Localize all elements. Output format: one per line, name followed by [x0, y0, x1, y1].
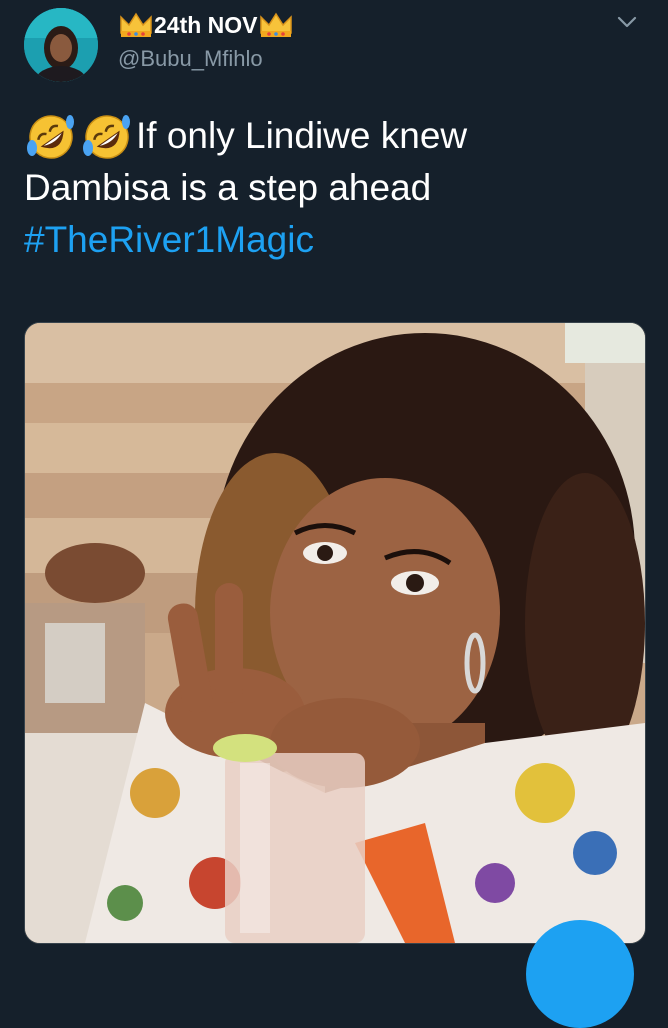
crown-icon — [118, 11, 154, 39]
display-name: 24th NOV — [154, 11, 258, 38]
rofl-emoji-icon — [80, 110, 134, 162]
tweet: 24th NOV @Bubu_Mfihlo If only Lindiwe kn… — [0, 0, 668, 1028]
tweet-image[interactable] — [24, 322, 646, 944]
user-name-row[interactable]: 24th NOV — [118, 10, 294, 40]
hashtag-link[interactable]: #TheRiver1Magic — [24, 214, 644, 266]
tweet-text: If only Lindiwe knew Dambisa is a step a… — [24, 110, 644, 266]
compose-fab-button[interactable] — [526, 920, 634, 1028]
crown-icon — [258, 11, 294, 39]
avatar[interactable] — [24, 8, 98, 82]
tweet-text-line-1: If only Lindiwe knew — [136, 115, 468, 156]
tweet-text-line-2: Dambisa is a step ahead — [24, 167, 432, 208]
user-handle[interactable]: @Bubu_Mfihlo — [118, 46, 263, 72]
rofl-emoji-icon — [24, 110, 78, 162]
chevron-down-icon[interactable] — [612, 10, 642, 34]
